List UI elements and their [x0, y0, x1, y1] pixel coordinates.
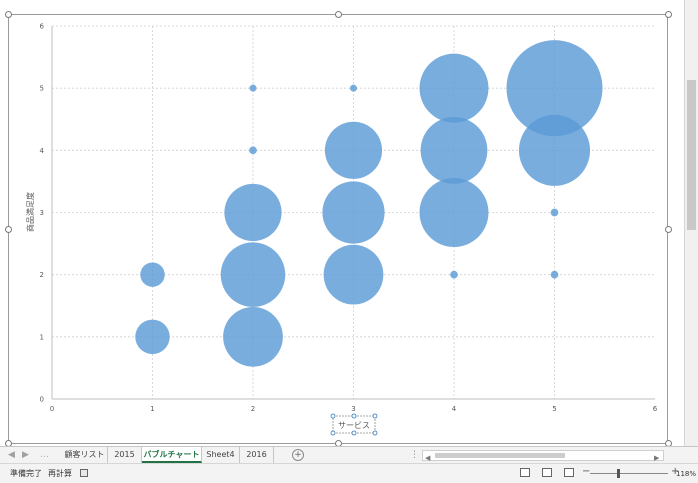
status-ready: 準備完了: [10, 469, 42, 478]
page-break-view-icon[interactable]: [564, 468, 574, 477]
tab-scroll-left-icon[interactable]: ◀: [8, 449, 15, 461]
tab-split-handle-icon[interactable]: ⋮: [410, 449, 419, 461]
bubble-point[interactable]: [420, 116, 488, 184]
bubble-point[interactable]: [419, 178, 489, 247]
y-axis-title[interactable]: 商品満足度: [25, 192, 35, 232]
horizontal-scroll-thumb[interactable]: [435, 453, 565, 458]
y-tick-label: 3: [40, 209, 44, 217]
bubble-chart: 0 1 2 3 4 5 6 0 1 2 3 4 5 6 商品満足度 サービス: [25, 23, 658, 436]
y-tick-label: 4: [40, 147, 45, 155]
bubble-point[interactable]: [140, 262, 165, 287]
x-tick-label: 2: [251, 405, 255, 413]
bubble-point[interactable]: [135, 319, 170, 355]
bubble-point[interactable]: [249, 84, 257, 92]
sheet-tab-bubble-chart[interactable]: バブルチャート: [142, 447, 202, 463]
vertical-scrollbar[interactable]: [684, 0, 698, 446]
macro-record-icon[interactable]: [80, 469, 88, 477]
bubble-point[interactable]: [322, 181, 385, 244]
bubble-point[interactable]: [506, 40, 603, 137]
bubble-point[interactable]: [350, 84, 357, 92]
bubble-point[interactable]: [550, 270, 559, 279]
bubble-point[interactable]: [224, 183, 282, 242]
y-tick-label: 1: [40, 333, 44, 341]
y-tick-label: 0: [40, 396, 44, 404]
sheet-tab-2016[interactable]: 2016: [240, 447, 274, 463]
x-tick-label: 4: [452, 405, 457, 413]
add-sheet-icon[interactable]: +: [292, 449, 304, 461]
bubble-point[interactable]: [223, 306, 283, 367]
page-layout-view-icon[interactable]: [542, 468, 552, 477]
sheet-tab-2015[interactable]: 2015: [108, 447, 142, 463]
bubble-point[interactable]: [550, 208, 559, 217]
y-axis-ticks: 0 1 2 3 4 5 6: [40, 23, 45, 404]
tab-more-icon[interactable]: …: [40, 449, 49, 461]
y-tick-label: 6: [40, 23, 45, 31]
bubble-point[interactable]: [249, 146, 257, 155]
bubble-point[interactable]: [450, 270, 458, 279]
normal-view-icon[interactable]: [520, 468, 530, 477]
bubble-point[interactable]: [323, 244, 384, 305]
y-tick-label: 2: [40, 271, 44, 279]
tab-scroll-right-icon[interactable]: ▶: [22, 449, 29, 461]
x-tick-label: 5: [552, 405, 556, 413]
scroll-left-arrow-icon[interactable]: ◀: [425, 453, 430, 463]
bubble-point[interactable]: [419, 53, 489, 123]
bubble-point[interactable]: [220, 242, 286, 307]
zoom-slider[interactable]: [590, 473, 668, 474]
x-axis-title[interactable]: サービス: [338, 421, 370, 430]
status-bar: 準備完了 再計算 − + 118%: [0, 463, 698, 483]
sheet-tab-sheet4[interactable]: Sheet4: [202, 447, 240, 463]
status-recalc[interactable]: 再計算: [48, 469, 72, 479]
sheet-tab-bar: ◀ ▶ … 顧客リスト 2015 バブルチャート Sheet4 2016 + ⋮…: [0, 446, 698, 463]
zoom-slider-thumb[interactable]: [617, 469, 620, 478]
zoom-level[interactable]: 118%: [676, 469, 696, 479]
x-tick-label: 1: [150, 405, 154, 413]
x-tick-label: 3: [351, 405, 355, 413]
horizontal-scrollbar[interactable]: ◀ ▶: [422, 450, 664, 463]
chart-object[interactable]: 0 1 2 3 4 5 6 0 1 2 3 4 5 6 商品満足度 サービス: [0, 0, 698, 447]
y-tick-label: 5: [40, 85, 44, 93]
sheet-tab-customer-list[interactable]: 顧客リスト: [62, 447, 108, 463]
x-tick-label: 0: [50, 405, 54, 413]
bubble-point[interactable]: [324, 121, 383, 179]
x-axis-ticks: 0 1 2 3 4 5 6: [50, 405, 658, 413]
x-tick-label: 6: [653, 405, 658, 413]
x-axis-title-selected[interactable]: サービス: [330, 413, 378, 436]
scroll-right-arrow-icon[interactable]: ▶: [654, 453, 659, 463]
zoom-out-icon[interactable]: −: [582, 467, 590, 477]
vertical-scroll-thumb[interactable]: [687, 80, 696, 230]
